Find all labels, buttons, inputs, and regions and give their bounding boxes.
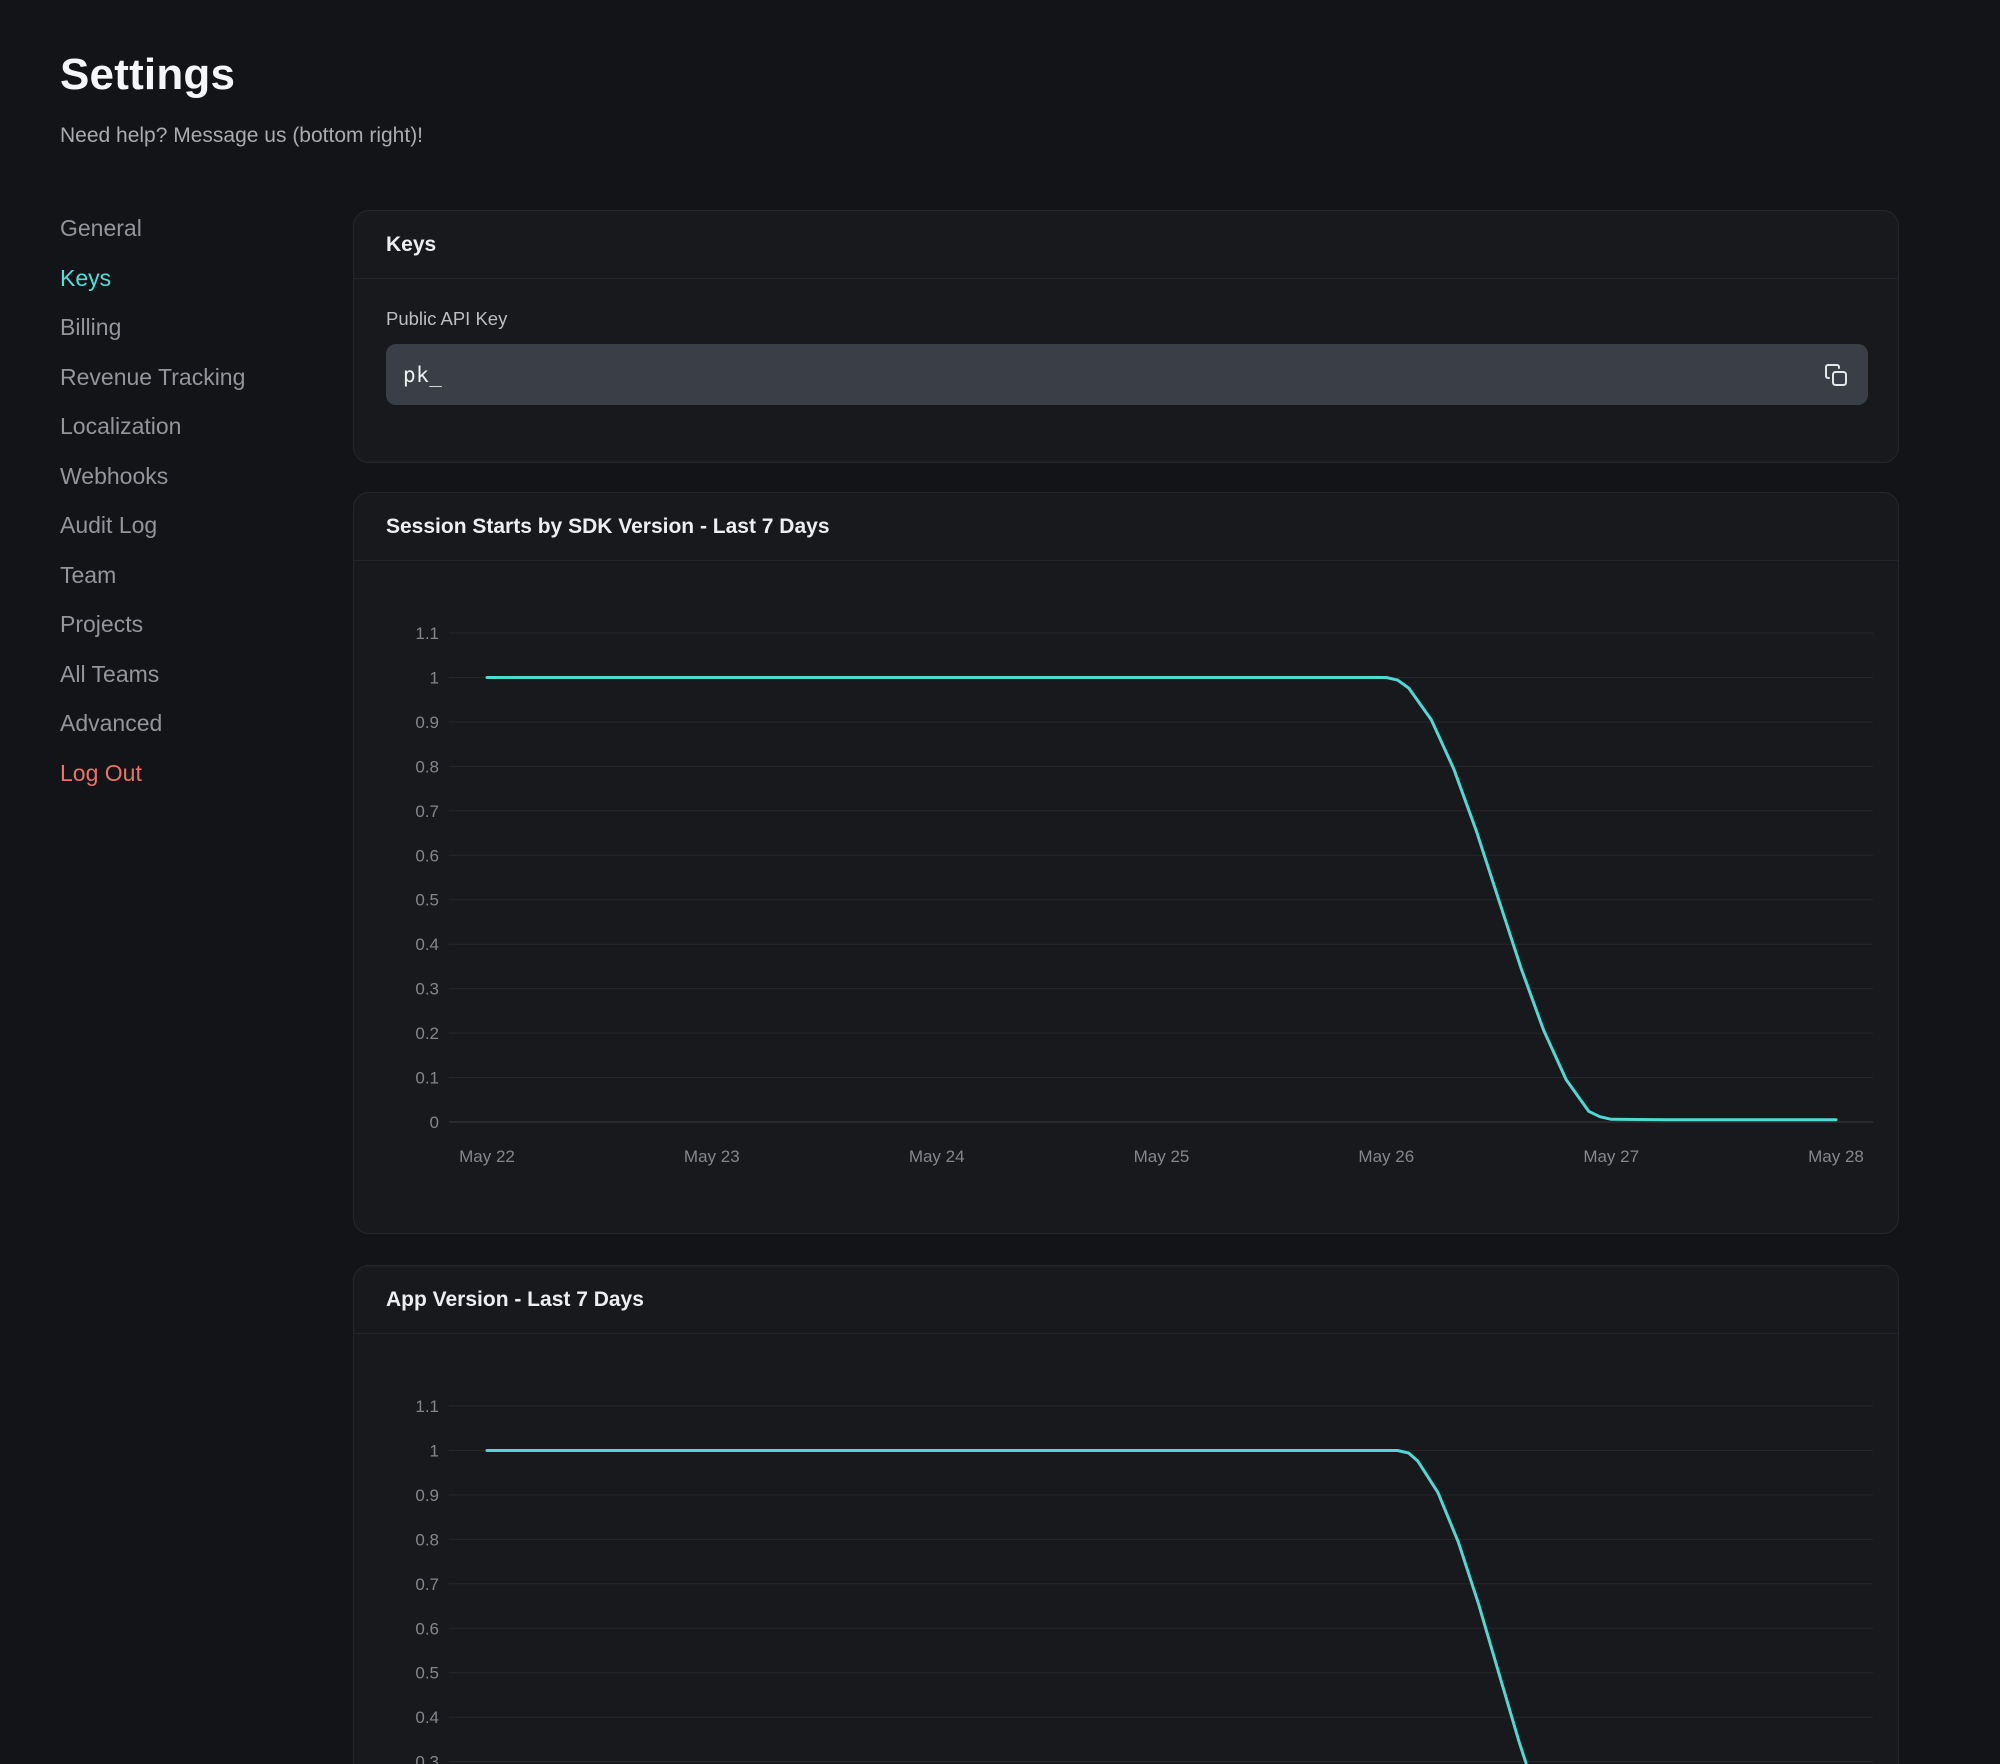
keys-card: Keys Public API Key pk_ [353,210,1899,463]
y-tick-label: 0.6 [415,846,439,865]
x-tick-label: May 22 [459,1147,515,1166]
public-api-key-label: Public API Key [386,308,1866,330]
y-tick-label: 0.1 [415,1069,439,1088]
y-tick-label: 0.5 [415,891,439,910]
sidebar-item-log-out[interactable]: Log Out [60,749,310,799]
sidebar-item-webhooks[interactable]: Webhooks [60,452,310,502]
y-tick-label: 0.9 [415,1486,439,1505]
sidebar-item-revenue-tracking[interactable]: Revenue Tracking [60,353,310,403]
y-tick-label: 0.3 [415,980,439,999]
page-title: Settings [60,50,235,100]
settings-page: Settings Need help? Message us (bottom r… [0,0,2000,1764]
x-tick-label: May 28 [1808,1147,1864,1166]
sdk-version-chart-header: Session Starts by SDK Version - Last 7 D… [354,493,1898,561]
y-tick-label: 0.8 [415,757,439,776]
sdk-version-chart-title: Session Starts by SDK Version - Last 7 D… [386,515,830,539]
keys-card-header: Keys [354,211,1898,279]
y-tick-label: 0.4 [415,1708,439,1727]
sdk-version-chart-card: Session Starts by SDK Version - Last 7 D… [353,492,1899,1234]
y-tick-label: 0 [430,1113,439,1132]
app-version-chart-title: App Version - Last 7 Days [386,1288,644,1312]
y-tick-label: 0.2 [415,1024,439,1043]
sidebar-item-projects[interactable]: Projects [60,600,310,650]
y-tick-label: 1 [430,669,439,688]
y-tick-label: 0.6 [415,1619,439,1638]
sidebar-item-localization[interactable]: Localization [60,402,310,452]
series-line [487,678,1836,1120]
x-tick-label: May 24 [909,1147,965,1166]
y-tick-label: 0.5 [415,1664,439,1683]
sidebar: General Keys Billing Revenue Tracking Lo… [60,204,310,798]
sidebar-item-keys[interactable]: Keys [60,254,310,304]
y-tick-label: 0.4 [415,935,439,954]
sidebar-item-billing[interactable]: Billing [60,303,310,353]
public-api-key-value: pk_ [403,363,442,387]
y-tick-label: 0.7 [415,1575,439,1594]
sidebar-item-advanced[interactable]: Advanced [60,699,310,749]
y-tick-label: 0.9 [415,713,439,732]
keys-card-title: Keys [386,233,436,257]
y-tick-label: 0.7 [415,802,439,821]
x-tick-label: May 23 [684,1147,740,1166]
app-version-chart-card: App Version - Last 7 Days 00.10.20.30.40… [353,1265,1899,1764]
sidebar-item-audit-log[interactable]: Audit Log [60,501,310,551]
copy-icon[interactable] [1822,361,1850,389]
app-version-line-chart: 00.10.20.30.40.50.60.70.80.911.1May 22Ma… [354,1333,1899,1764]
y-tick-label: 1 [430,1442,439,1461]
x-tick-label: May 26 [1358,1147,1414,1166]
y-tick-label: 1.1 [415,624,439,643]
page-subtitle: Need help? Message us (bottom right)! [60,124,423,148]
y-tick-label: 0.8 [415,1530,439,1549]
y-tick-label: 1.1 [415,1397,439,1416]
sidebar-item-team[interactable]: Team [60,551,310,601]
sidebar-item-general[interactable]: General [60,204,310,254]
x-tick-label: May 25 [1134,1147,1190,1166]
x-tick-label: May 27 [1583,1147,1639,1166]
app-version-chart-header: App Version - Last 7 Days [354,1266,1898,1334]
sdk-version-line-chart: 0 0.1 0.2 0.3 0.4 0.5 0.6 0.7 0.8 0.9 1 1.1 May 22 Ma… [354,560,1899,1234]
public-api-key-input[interactable]: pk_ [386,344,1868,405]
keys-card-body: Public API Key pk_ [354,279,1898,405]
sidebar-item-all-teams[interactable]: All Teams [60,650,310,700]
y-tick-label: 0.3 [415,1753,439,1764]
